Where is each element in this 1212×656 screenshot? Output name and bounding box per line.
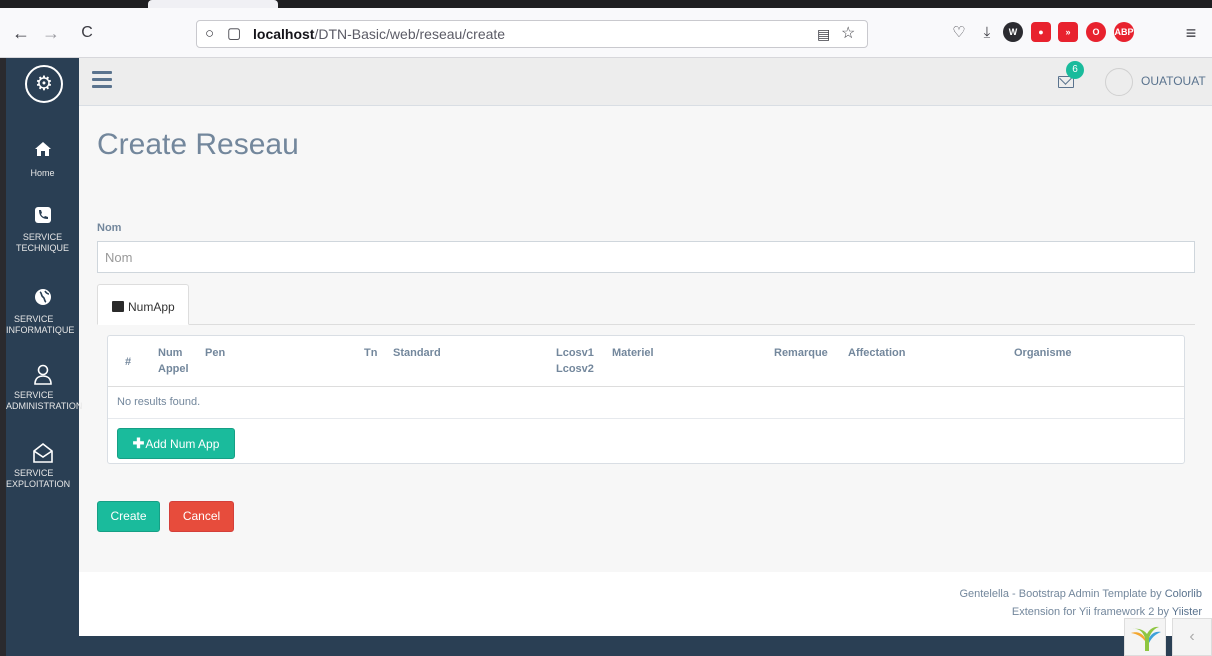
col-header-pen[interactable]: Pen xyxy=(205,345,225,361)
pocket-icon[interactable]: ♡ xyxy=(948,22,970,44)
sidebar-item-label-line1: SERVICE xyxy=(14,390,54,400)
avatar[interactable] xyxy=(1105,68,1133,96)
page: ⚙ Home SERVICE TECHNIQUE SERVICE INFORMA… xyxy=(6,58,1212,656)
reader-view-icon[interactable]: ▤ xyxy=(817,25,830,43)
sidebar-item-label-line2: EXPLOITATION xyxy=(6,479,71,489)
url-host: localhost xyxy=(253,26,315,42)
add-num-app-label: Add Num App xyxy=(145,437,220,451)
nom-input[interactable] xyxy=(97,241,1195,273)
col-header-lcosv2[interactable]: Lcosv2 xyxy=(556,361,594,377)
chevron-left-icon[interactable]: ‹ xyxy=(1172,618,1212,656)
bottom-bar xyxy=(79,636,1212,656)
sidebar-item-label-line2: INFORMATIQUE xyxy=(6,325,75,335)
tabs-bar: NumApp xyxy=(97,284,1195,325)
col-header-lcosv1[interactable]: Lcosv1 xyxy=(556,345,594,361)
forward-icon[interactable]: → xyxy=(40,22,62,44)
sidebar-item-home[interactable]: Home xyxy=(6,140,79,179)
extension-o-icon[interactable]: O xyxy=(1086,22,1106,42)
envelope-open-icon xyxy=(32,442,54,464)
divider xyxy=(108,418,1184,419)
col-header-tn[interactable]: Tn xyxy=(364,345,377,361)
top-navbar: 6 OUATOUAT xyxy=(79,58,1212,106)
add-num-app-button[interactable]: ✚Add Num App xyxy=(117,428,235,459)
footer-line-2-text: Extension for Yii framework 2 by xyxy=(1011,606,1172,618)
globe-icon xyxy=(32,288,54,310)
create-button[interactable]: Create xyxy=(97,501,160,532)
sidebar-item-service-technique[interactable]: SERVICE TECHNIQUE xyxy=(6,206,79,254)
tab-numapp[interactable]: NumApp xyxy=(97,284,189,325)
colorlib-link[interactable]: Colorlib xyxy=(1165,588,1202,600)
browser-tab[interactable] xyxy=(148,0,278,8)
col-header-index[interactable]: # xyxy=(125,354,131,370)
tab-label: NumApp xyxy=(128,300,175,314)
col-header-standard[interactable]: Standard xyxy=(393,345,441,361)
page-icon[interactable]: ▢ xyxy=(227,25,241,43)
yiister-link[interactable]: Yiister xyxy=(1172,606,1202,618)
cancel-button[interactable]: Cancel xyxy=(169,501,234,532)
sidebar-item-label-line1: SERVICE xyxy=(14,314,54,324)
browser-menu-icon[interactable]: ≡ xyxy=(1180,22,1202,44)
empty-results-text: No results found. xyxy=(117,396,201,408)
footer: Gentelella - Bootstrap Admin Template by… xyxy=(79,572,1212,636)
divider xyxy=(108,386,1184,387)
col-header-num-appel-line1[interactable]: Num xyxy=(158,345,182,361)
adblock-icon[interactable]: ABP xyxy=(1114,22,1134,42)
browser-toolbar: ← → C ○ ▢ localhost/DTN-Basic/web/reseau… xyxy=(0,8,1212,58)
download-icon[interactable]: ⤓ xyxy=(976,22,998,44)
address-bar[interactable]: ○ ▢ localhost/DTN-Basic/web/reseau/creat… xyxy=(196,20,868,48)
numapp-panel: # Num Appel Pen Tn Standard Lcosv1 Lcosv… xyxy=(107,335,1185,464)
sidebar-item-label-line2: TECHNIQUE xyxy=(15,243,69,253)
col-header-remarque[interactable]: Remarque xyxy=(774,345,828,361)
sidebar-item-label-line2: ADMINISTRATION xyxy=(6,401,83,411)
home-icon xyxy=(32,140,54,162)
sidebar-item-label-line1: SERVICE xyxy=(14,468,54,478)
url-path: /DTN-Basic/web/reseau/create xyxy=(314,26,506,42)
url-text[interactable]: localhost/DTN-Basic/web/reseau/create xyxy=(253,26,505,42)
footer-line-1: Gentelella - Bootstrap Admin Template by… xyxy=(959,588,1202,600)
sidebar-item-service-informatique[interactable]: SERVICE INFORMATIQUE xyxy=(6,288,79,336)
menu-toggle-icon[interactable] xyxy=(92,71,112,89)
book-icon xyxy=(112,301,124,312)
sidebar-item-service-exploitation[interactable]: SERVICE EXPLOITATION xyxy=(6,442,79,490)
sidebar-item-label-line1: SERVICE xyxy=(22,232,63,242)
sidebar-item-label: Home xyxy=(30,168,55,178)
page-title: Create Reseau xyxy=(97,128,299,161)
footer-line-1-text: Gentelella - Bootstrap Admin Template by xyxy=(959,588,1165,600)
phone-icon xyxy=(32,206,54,228)
extension-w-icon[interactable]: W xyxy=(1003,22,1023,42)
footer-line-2: Extension for Yii framework 2 by Yiister xyxy=(1012,606,1202,618)
col-header-materiel[interactable]: Materiel xyxy=(612,345,654,361)
user-name[interactable]: OUATOUAT xyxy=(1141,74,1206,88)
back-icon[interactable]: ← xyxy=(10,22,32,44)
sidebar: ⚙ Home SERVICE TECHNIQUE SERVICE INFORMA… xyxy=(6,58,83,656)
extension-shield-icon[interactable]: ● xyxy=(1031,22,1051,42)
sidebar-item-service-administration[interactable]: SERVICE ADMINISTRATION xyxy=(6,364,83,412)
bookmark-star-icon[interactable]: ☆ xyxy=(841,25,855,43)
col-header-affectation[interactable]: Affectation xyxy=(848,345,905,361)
col-header-organisme[interactable]: Organisme xyxy=(1014,345,1071,361)
nom-label: Nom xyxy=(97,222,122,234)
reload-icon[interactable]: C xyxy=(76,22,98,44)
plus-icon: ✚ xyxy=(132,435,145,451)
extension-forward-icon[interactable]: » xyxy=(1058,22,1078,42)
user-icon xyxy=(32,364,54,386)
shield-icon[interactable]: ○ xyxy=(205,25,214,43)
col-header-num-appel-line2[interactable]: Appel xyxy=(158,361,189,377)
window-titlebar xyxy=(0,0,1212,8)
gears-logo-icon[interactable]: ⚙ xyxy=(25,65,63,103)
yii-debug-logo-icon[interactable] xyxy=(1124,618,1166,656)
mail-count-badge: 6 xyxy=(1066,61,1084,79)
